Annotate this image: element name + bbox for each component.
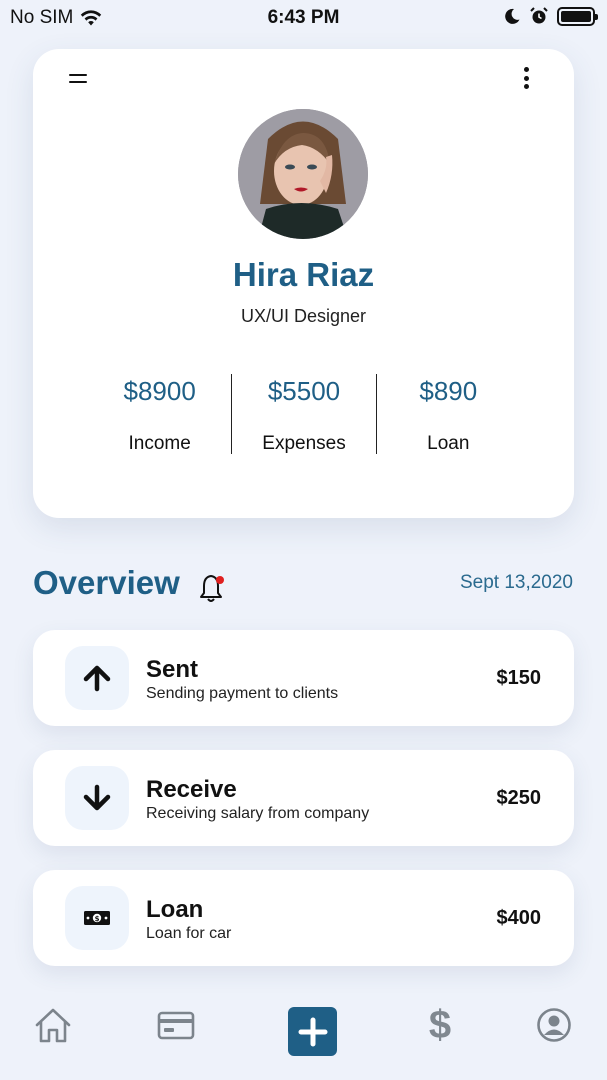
stat-loan[interactable]: $890 Loan <box>375 374 520 454</box>
transaction-subtitle: Receiving salary from company <box>146 805 370 822</box>
stat-income[interactable]: $8900 Income <box>88 374 231 454</box>
transaction-subtitle: Loan for car <box>146 925 232 942</box>
transaction-item-receive[interactable]: Receive Receiving salary from company $2… <box>33 750 574 846</box>
alarm-icon <box>530 7 548 24</box>
stat-value: $5500 <box>267 376 341 406</box>
nav-profile[interactable] <box>534 1004 574 1046</box>
bottom-nav: $ <box>0 990 607 1080</box>
transaction-title: Sent <box>146 656 199 683</box>
nav-home[interactable] <box>33 1004 73 1046</box>
more-options-button[interactable] <box>518 67 534 89</box>
stat-label: Expenses <box>262 433 346 454</box>
battery-icon <box>557 6 598 26</box>
overview-title: Overview <box>33 564 180 601</box>
transaction-amount: $250 <box>496 787 542 809</box>
profile-card: Hira Riaz UX/UI Designer $8900 Income $5… <box>33 49 574 518</box>
transaction-item-loan[interactable]: $ Loan Loan for car $400 <box>33 870 574 966</box>
stats-row: $8900 Income $5500 Expenses $890 Loan <box>88 374 520 454</box>
stat-label: Income <box>128 433 191 454</box>
transaction-icon-box: $ <box>65 886 129 950</box>
transaction-icon-box <box>65 766 129 830</box>
transaction-icon-box <box>65 646 129 710</box>
stat-value: $890 <box>419 376 478 406</box>
arrow-up-icon <box>83 665 111 692</box>
transaction-item-sent[interactable]: Sent Sending payment to clients $150 <box>33 630 574 726</box>
notification-dot <box>216 576 224 584</box>
card-icon <box>157 1011 195 1040</box>
svg-text:$: $ <box>95 915 100 923</box>
overview-date: Sept 13,2020 <box>459 572 573 593</box>
transaction-title: Loan <box>146 896 204 923</box>
stat-expenses[interactable]: $5500 Expenses <box>231 374 375 454</box>
nav-add-button[interactable] <box>288 1007 337 1056</box>
dollar-icon: $ <box>428 1002 452 1047</box>
profile-role: UX/UI Designer <box>240 306 367 326</box>
avatar-portrait <box>238 109 368 239</box>
nav-payments[interactable]: $ <box>420 1002 460 1047</box>
plus-icon <box>298 1017 327 1046</box>
moon-icon <box>505 8 520 24</box>
transaction-amount: $400 <box>496 907 542 929</box>
avatar[interactable] <box>238 109 368 239</box>
stat-label: Loan <box>427 433 470 454</box>
transaction-title: Receive <box>146 776 237 803</box>
profile-icon <box>537 1008 571 1042</box>
profile-name: Hira Riaz <box>232 256 375 293</box>
arrow-down-icon <box>83 784 111 811</box>
stat-value: $8900 <box>123 376 196 406</box>
menu-button[interactable] <box>69 74 87 86</box>
home-icon <box>35 1008 71 1043</box>
money-icon: $ <box>84 911 110 925</box>
status-right <box>503 6 598 26</box>
transaction-subtitle: Sending payment to clients <box>146 685 339 702</box>
menu-icon <box>69 74 87 76</box>
status-bar: No SIM 6:43 PM <box>0 0 607 34</box>
nav-cards[interactable] <box>156 1004 196 1046</box>
bell-icon[interactable] <box>198 572 226 604</box>
transaction-amount: $150 <box>496 667 542 689</box>
